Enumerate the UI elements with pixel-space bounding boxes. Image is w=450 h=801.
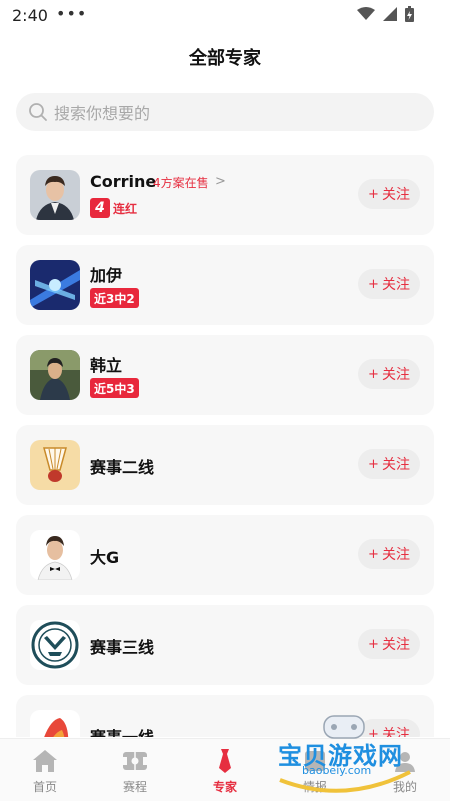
streak-label: 连红 [113, 201, 138, 216]
plans-on-sale-link[interactable]: 4方案在售 [153, 174, 209, 191]
follow-button[interactable]: + 关注 [358, 449, 420, 479]
avatar [30, 530, 80, 580]
expert-name: 加伊 [90, 266, 123, 285]
tab-home[interactable]: 首页 [0, 739, 90, 801]
plus-icon: + [368, 456, 379, 472]
follow-button[interactable]: + 关注 [358, 269, 420, 299]
avatar [30, 440, 80, 490]
expert-card-saishi-sanxian[interactable]: 赛事三线 + 关注 [16, 605, 434, 685]
status-time: 2:40 [12, 6, 48, 25]
expert-name: Corrine [90, 172, 157, 191]
tab-label: 赛程 [122, 780, 147, 794]
search-input[interactable]: 搜索你想要的 [16, 93, 434, 131]
follow-button[interactable]: + 关注 [358, 629, 420, 659]
status-dots: ••• [56, 4, 88, 23]
plus-icon: + [368, 276, 379, 292]
streak-number: 4 [90, 198, 110, 218]
plus-icon: + [368, 186, 379, 202]
chevron-right-icon: > [215, 174, 226, 189]
watermark-url: baobeiy.com [302, 764, 372, 777]
wifi-icon [357, 7, 375, 20]
expert-list: Corrine 4方案在售 > 4 连红 + 关注 加伊 近3中2 + 关注 韩… [16, 155, 434, 737]
expert-name: 韩立 [90, 356, 123, 375]
follow-label: 关注 [381, 547, 410, 563]
follow-label: 关注 [381, 187, 410, 203]
follow-button[interactable]: + 关注 [358, 179, 420, 209]
record-badge: 近3中2 [90, 288, 139, 308]
follow-button[interactable]: + 关注 [358, 539, 420, 569]
signal-icon [383, 7, 397, 21]
battery-icon [405, 6, 414, 22]
avatar [30, 260, 80, 310]
tab-experts[interactable]: 专家 [180, 739, 270, 801]
search-icon [28, 102, 48, 122]
expert-card-corrine[interactable]: Corrine 4方案在售 > 4 连红 + 关注 [16, 155, 434, 235]
page-title: 全部专家 [189, 48, 261, 69]
tab-label: 专家 [212, 780, 237, 794]
follow-label: 关注 [381, 277, 410, 293]
avatar [30, 620, 80, 670]
search-placeholder: 搜索你想要的 [54, 104, 151, 123]
avatar [30, 350, 80, 400]
expert-card-hanli[interactable]: 韩立 近5中3 + 关注 [16, 335, 434, 415]
status-icons [357, 6, 414, 22]
record-badge: 近5中3 [90, 378, 139, 398]
status-bar: 2:40 ••• [0, 0, 450, 32]
expert-name: 赛事一线 [90, 724, 154, 737]
tie-icon [217, 748, 233, 774]
follow-label: 关注 [381, 457, 410, 473]
expert-card-jiayi[interactable]: 加伊 近3中2 + 关注 [16, 245, 434, 325]
plus-icon: + [368, 546, 379, 562]
home-icon [32, 748, 58, 774]
follow-label: 关注 [381, 367, 410, 383]
follow-button[interactable]: + 关注 [358, 359, 420, 389]
tab-schedule[interactable]: 赛程 [90, 739, 180, 801]
tab-label: 首页 [32, 780, 57, 794]
expert-name: 赛事三线 [90, 638, 155, 657]
follow-label: 关注 [381, 637, 410, 653]
expert-card-saishi-erxian[interactable]: 赛事二线 + 关注 [16, 425, 434, 505]
win-streak-badge: 4 连红 [90, 198, 137, 218]
avatar [30, 170, 80, 220]
avatar [30, 710, 80, 737]
plus-icon: + [368, 366, 379, 382]
schedule-icon [122, 748, 148, 774]
expert-name: 赛事二线 [90, 458, 155, 477]
expert-name: 大G [90, 548, 120, 567]
expert-card-da-g[interactable]: 大G + 关注 [16, 515, 434, 595]
plus-icon: + [368, 636, 379, 652]
site-watermark: 宝贝游戏网 baobeiy.com [270, 710, 420, 800]
